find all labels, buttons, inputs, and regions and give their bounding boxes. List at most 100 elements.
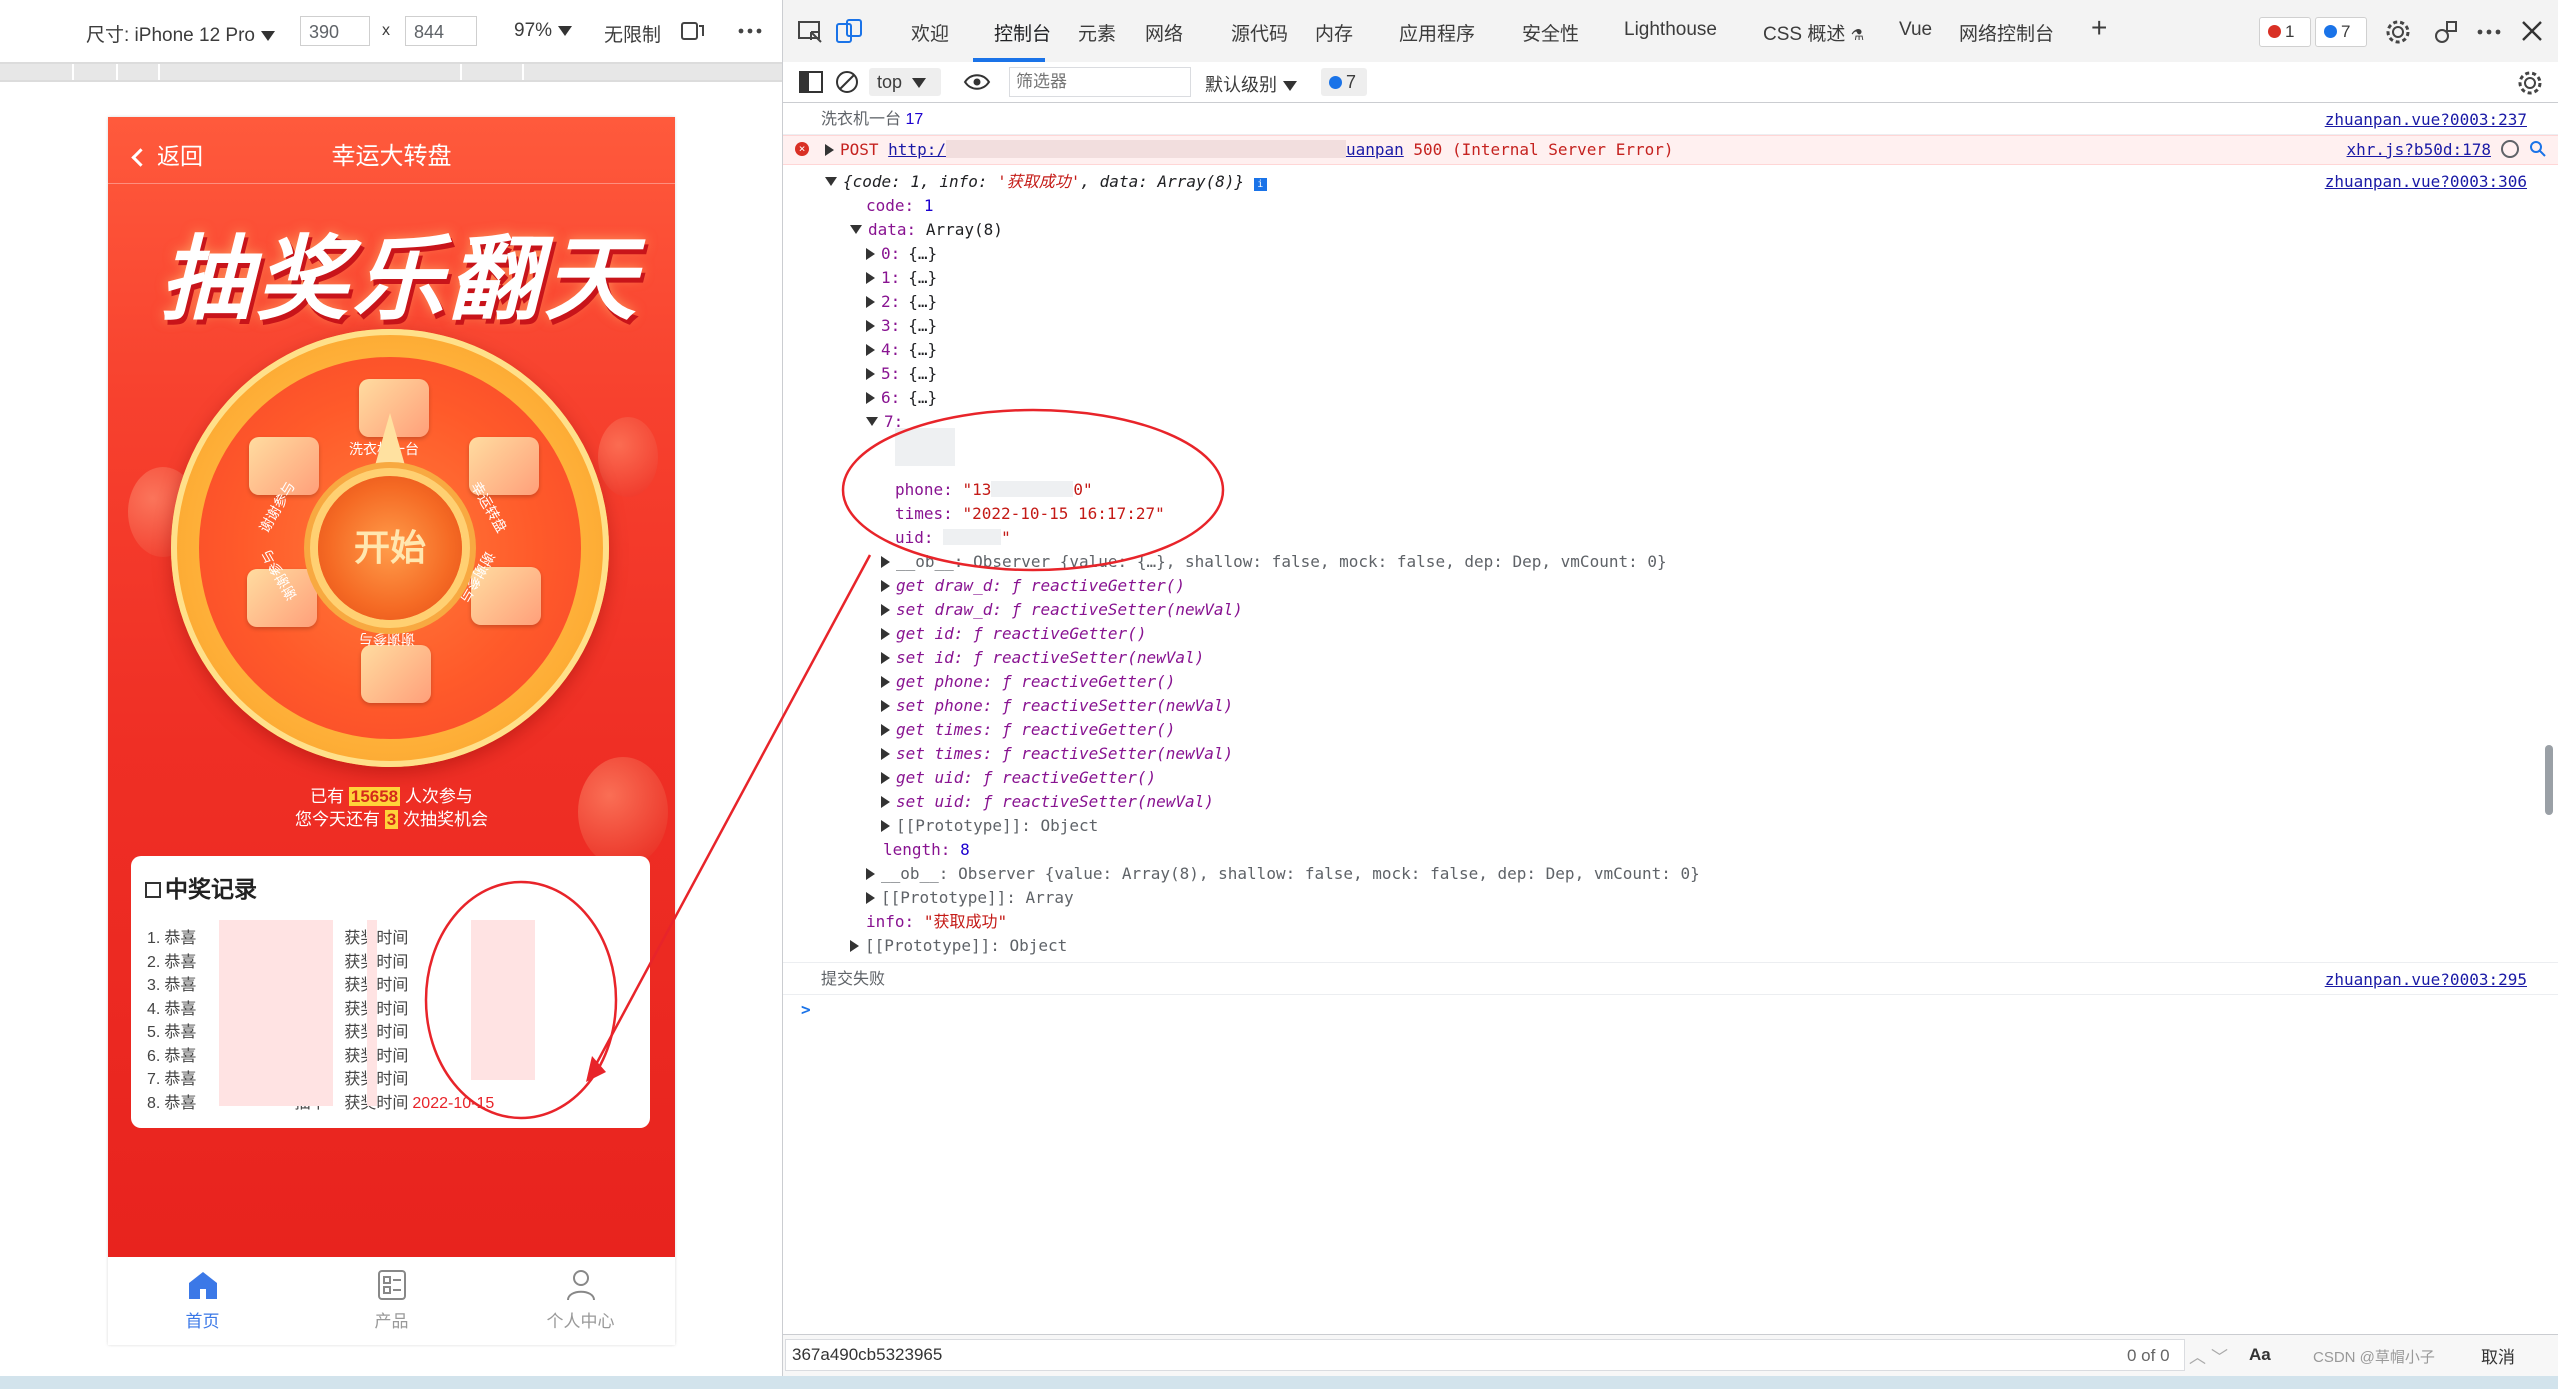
ruler-segment[interactable] xyxy=(0,64,74,80)
tree-row-item[interactable]: 1: {…} xyxy=(866,266,937,290)
tree-row-accessor[interactable]: get phone: ƒ reactiveGetter() xyxy=(881,670,1175,694)
ruler-segment[interactable] xyxy=(74,64,118,80)
tree-row-proto-item[interactable]: [[Prototype]]: Object xyxy=(881,814,1098,838)
participants-line: 已有 15658 人次参与 xyxy=(108,785,675,808)
log-level-select[interactable]: 默认级别 xyxy=(1205,71,1297,97)
tab-sources[interactable]: 源代码 xyxy=(1231,19,1288,46)
more-options-icon[interactable] xyxy=(2477,29,2503,35)
tab-memory[interactable]: 内存 xyxy=(1315,19,1353,46)
tree-row-item[interactable]: 6: {…} xyxy=(866,386,937,410)
tab-welcome[interactable]: 欢迎 xyxy=(911,19,949,46)
response-object-summary[interactable]: {code: 1, info: '获取成功', data: Array(8)} … xyxy=(825,170,1267,194)
ruler-segment[interactable] xyxy=(118,64,160,80)
media-query-ruler[interactable] xyxy=(0,62,784,82)
tree-row-item[interactable]: 5: {…} xyxy=(866,362,937,386)
height-input[interactable]: 844 xyxy=(405,16,477,46)
tree-row-accessor[interactable]: get times: ƒ reactiveGetter() xyxy=(881,718,1175,742)
tab-products[interactable]: 产品 xyxy=(297,1257,486,1345)
context-select[interactable]: top xyxy=(869,68,941,96)
ruler-segment[interactable] xyxy=(462,64,524,80)
expand-arrow-icon xyxy=(866,392,875,404)
uid-value-end: " xyxy=(1001,528,1011,547)
rotate-icon[interactable] xyxy=(680,20,706,42)
cancel-button[interactable]: 取消 xyxy=(2481,1343,2515,1368)
error-count-badge[interactable]: 1 xyxy=(2259,17,2311,47)
scrollbar-thumb[interactable] xyxy=(2545,745,2553,815)
throttle-select[interactable]: 无限制 xyxy=(604,20,661,47)
console-settings-gear-icon[interactable] xyxy=(2517,70,2543,96)
inspect-element-icon[interactable] xyxy=(797,20,823,44)
object-preview: {code: 1, info: xyxy=(843,172,998,191)
issues-button[interactable]: 7 xyxy=(1321,68,1367,96)
expand-arrow-icon xyxy=(881,580,890,592)
expand-arrow-icon xyxy=(881,628,890,640)
tree-row-accessor[interactable]: get id: ƒ reactiveGetter() xyxy=(881,622,1146,646)
error-count: 1 xyxy=(2285,22,2295,41)
ruler-segment[interactable] xyxy=(524,64,784,80)
width-input[interactable]: 390 xyxy=(300,16,370,46)
prop-value: {…} xyxy=(908,244,938,263)
tab-lighthouse[interactable]: Lighthouse xyxy=(1624,19,1717,41)
source-link[interactable]: zhuanpan.vue?0003:295 xyxy=(2325,968,2527,992)
message-count-badge[interactable]: 7 xyxy=(2315,17,2367,47)
tree-row-item[interactable]: 3: {…} xyxy=(866,314,937,338)
prop-value: Array(8) xyxy=(925,220,1003,239)
network-error-message[interactable]: POST http:/ uanpan 500 (Internal Server E… xyxy=(825,138,1674,162)
tree-row-ob[interactable]: __ob__: Observer {value: {…}, shallow: f… xyxy=(881,550,1667,574)
find-input[interactable] xyxy=(785,1339,2185,1371)
tab-vue[interactable]: Vue xyxy=(1899,19,1932,41)
info-circle-icon[interactable] xyxy=(2501,140,2519,158)
source-link[interactable]: xhr.js?b50d:178 xyxy=(2347,138,2492,162)
match-case-button[interactable]: Aa xyxy=(2249,1345,2271,1365)
tree-row-accessor[interactable]: set id: ƒ reactiveSetter(newVal) xyxy=(881,646,1204,670)
device-select[interactable]: 尺寸: iPhone 12 Pro xyxy=(86,20,275,47)
tree-row-item[interactable]: 2: {…} xyxy=(866,290,937,314)
record-number: 6. xyxy=(147,1047,161,1065)
start-button[interactable]: 开始 xyxy=(318,476,462,620)
tab-elements[interactable]: 元素 xyxy=(1078,19,1116,46)
source-link[interactable]: zhuanpan.vue?0003:237 xyxy=(2325,108,2527,132)
tab-application[interactable]: 应用程序 xyxy=(1399,19,1475,46)
add-tab-icon[interactable]: + xyxy=(2091,12,2107,44)
tree-row-item[interactable]: 0: {…} xyxy=(866,242,937,266)
chevron-down-icon[interactable]: ﹀ xyxy=(2211,1343,2228,1368)
tree-row-accessor[interactable]: get uid: ƒ reactiveGetter() xyxy=(881,766,1156,790)
tree-row-accessor[interactable]: set uid: ƒ reactiveSetter(newVal) xyxy=(881,790,1214,814)
settings-gear-icon[interactable] xyxy=(2385,19,2411,45)
message-divider xyxy=(783,994,2558,995)
more-options-icon[interactable] xyxy=(738,28,764,34)
tab-profile[interactable]: 个人中心 xyxy=(486,1257,675,1345)
sidebar-toggle-icon[interactable] xyxy=(799,71,823,93)
console-prompt[interactable]: > xyxy=(801,998,811,1022)
source-link[interactable]: zhuanpan.vue?0003:306 xyxy=(2325,170,2527,194)
tree-row-proto-root[interactable]: [[Prototype]]: Object xyxy=(850,934,1067,958)
tree-row-data[interactable]: data: Array(8) xyxy=(850,218,1003,242)
tab-security[interactable]: 安全性 xyxy=(1522,19,1579,46)
tree-row-accessor[interactable]: set times: ƒ reactiveSetter(newVal) xyxy=(881,742,1233,766)
customize-icon[interactable] xyxy=(2433,19,2459,45)
prop-key: 1: xyxy=(881,268,901,287)
devtools-tab-bar: 欢迎 控制台 元素 网络 源代码 内存 应用程序 安全性 Lighthouse … xyxy=(783,0,2558,63)
close-icon[interactable] xyxy=(2521,20,2543,42)
tab-network[interactable]: 网络 xyxy=(1145,19,1183,46)
tree-row-accessor[interactable]: set phone: ƒ reactiveSetter(newVal) xyxy=(881,694,1233,718)
home-icon xyxy=(188,1272,217,1299)
live-expression-eye-icon[interactable] xyxy=(963,72,991,92)
prop-key: times: xyxy=(895,504,953,523)
filter-input[interactable] xyxy=(1009,67,1191,97)
tree-row-proto-array[interactable]: [[Prototype]]: Array xyxy=(866,886,1074,910)
chevron-up-icon[interactable]: ︿ xyxy=(2189,1343,2206,1368)
tab-network-console[interactable]: 网络控制台 xyxy=(1959,19,2054,46)
ruler-segment[interactable] xyxy=(160,64,462,80)
search-icon[interactable] xyxy=(2529,140,2547,158)
tab-home[interactable]: 首页 xyxy=(108,1257,297,1345)
tree-row-accessor[interactable]: set draw_d: ƒ reactiveSetter(newVal) xyxy=(881,598,1243,622)
tab-css-overview[interactable]: CSS 概述 ⚗ xyxy=(1763,19,1864,46)
tree-row-accessor[interactable]: get draw_d: ƒ reactiveGetter() xyxy=(881,574,1185,598)
zoom-select[interactable]: 97% xyxy=(514,20,573,42)
tab-console[interactable]: 控制台 xyxy=(994,19,1051,46)
tree-row-ob-array[interactable]: __ob__: Observer {value: Array(8), shall… xyxy=(866,862,1700,886)
tree-row-item[interactable]: 4: {…} xyxy=(866,338,937,362)
device-emulation-icon[interactable] xyxy=(835,18,863,44)
clear-console-icon[interactable] xyxy=(835,70,859,94)
